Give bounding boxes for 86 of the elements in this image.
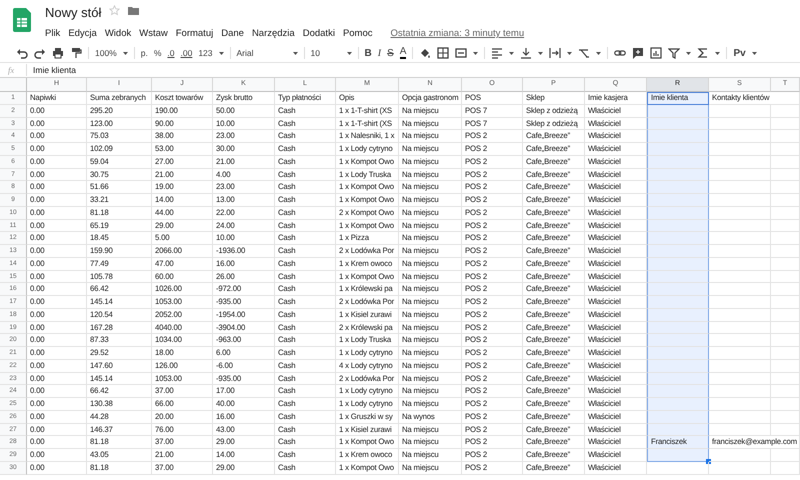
- menu-item[interactable]: Edycja: [68, 27, 97, 42]
- number-format-select[interactable]: 123: [198, 46, 213, 60]
- undo-icon[interactable]: [16, 47, 28, 59]
- chart-icon[interactable]: [650, 47, 662, 59]
- empty-cell: [771, 360, 800, 372]
- empty-cell: [771, 245, 800, 258]
- empty-cell: [771, 334, 800, 347]
- empty-cell: [771, 449, 800, 462]
- caret-icon[interactable]: [473, 52, 478, 54]
- font-size-select[interactable]: 10: [310, 46, 341, 60]
- caret-icon[interactable]: [509, 52, 514, 54]
- empty-cell: [771, 232, 800, 245]
- empty-cell: [771, 462, 800, 474]
- formula-value[interactable]: Imie klienta: [33, 64, 76, 76]
- strikethrough-button[interactable]: S: [387, 46, 394, 60]
- caret-icon[interactable]: [292, 52, 298, 54]
- empty-cell: [709, 462, 771, 474]
- vertical-align-icon[interactable]: [520, 47, 532, 59]
- empty-cell: [771, 372, 800, 386]
- caret-icon[interactable]: [596, 52, 602, 54]
- text-color-button[interactable]: A: [400, 47, 406, 59]
- comment-icon[interactable]: [632, 47, 644, 59]
- empty-cell: [771, 296, 800, 309]
- empty-cell: [771, 398, 800, 411]
- star-icon[interactable]: [109, 5, 120, 16]
- text-wrap-icon[interactable]: [549, 47, 562, 59]
- empty-cell: [771, 424, 800, 436]
- empty-cell: [771, 283, 800, 296]
- borders-icon[interactable]: [437, 47, 450, 59]
- decrease-decimals[interactable]: .0: [167, 46, 174, 60]
- empty-cell: [771, 220, 800, 232]
- empty-cell: [771, 118, 800, 130]
- text-rotate-icon[interactable]: [578, 47, 590, 59]
- folder-icon[interactable]: [128, 6, 140, 15]
- caret-icon[interactable]: [567, 52, 572, 54]
- percent-format[interactable]: %: [154, 46, 162, 60]
- caret-icon[interactable]: [122, 52, 128, 54]
- empty-cell: [771, 194, 800, 207]
- empty-cell: [771, 156, 800, 168]
- empty-cell: [771, 258, 800, 270]
- menu-item[interactable]: Widok: [104, 27, 132, 42]
- menu-item[interactable]: Narzędzia: [252, 27, 295, 42]
- filter-icon[interactable]: [668, 47, 680, 59]
- italic-button[interactable]: I: [378, 46, 382, 60]
- caret-icon[interactable]: [538, 52, 544, 54]
- increase-decimals[interactable]: .00: [180, 46, 192, 60]
- currency-format[interactable]: p.: [140, 46, 148, 60]
- caret-icon[interactable]: [686, 52, 692, 54]
- empty-cell: [771, 322, 800, 334]
- formula-label: fx: [0, 64, 27, 76]
- empty-cell: [771, 385, 800, 398]
- empty-cell: [771, 347, 800, 360]
- paint-format-icon[interactable]: [70, 47, 82, 59]
- zoom-select[interactable]: 100%: [95, 46, 117, 60]
- empty-cell: [771, 270, 800, 284]
- fill-handle[interactable]: [706, 458, 711, 464]
- empty-cell: [771, 206, 800, 220]
- print-icon[interactable]: [52, 47, 64, 59]
- caret-icon[interactable]: [715, 52, 720, 54]
- input-tools-button[interactable]: Pv: [733, 46, 746, 60]
- empty-cell: [771, 104, 800, 118]
- merge-cells-icon[interactable]: [455, 47, 468, 59]
- bold-button[interactable]: B: [364, 46, 372, 60]
- menu-item[interactable]: Dodatki: [302, 27, 335, 42]
- menu-item[interactable]: Formatuj: [176, 27, 214, 42]
- last-edit-link[interactable]: Ostatnia zmiana: 3 minuty temu: [390, 27, 524, 42]
- fill-color-icon[interactable]: [419, 47, 432, 59]
- caret-icon[interactable]: [218, 52, 224, 54]
- empty-cell: [771, 168, 800, 182]
- empty-cell: [771, 143, 800, 156]
- menu-item[interactable]: Wstaw: [139, 27, 168, 42]
- menu-item[interactable]: Pomoc: [342, 27, 373, 42]
- empty-cell: [771, 130, 800, 143]
- document-title[interactable]: Nowy stół: [45, 5, 102, 21]
- redo-icon[interactable]: [34, 47, 46, 59]
- caret-icon[interactable]: [752, 52, 757, 54]
- empty-cell: [771, 181, 800, 194]
- sigma-icon[interactable]: [697, 47, 710, 59]
- empty-cell: [771, 410, 800, 424]
- caret-icon[interactable]: [346, 52, 352, 54]
- align-left-icon[interactable]: [491, 47, 504, 59]
- menu-item[interactable]: Plik: [45, 27, 60, 42]
- font-select[interactable]: Arial: [236, 46, 287, 60]
- menu-item[interactable]: Dane: [221, 27, 244, 42]
- empty-cell: [771, 308, 800, 322]
- sheets-logo-icon: [13, 8, 31, 32]
